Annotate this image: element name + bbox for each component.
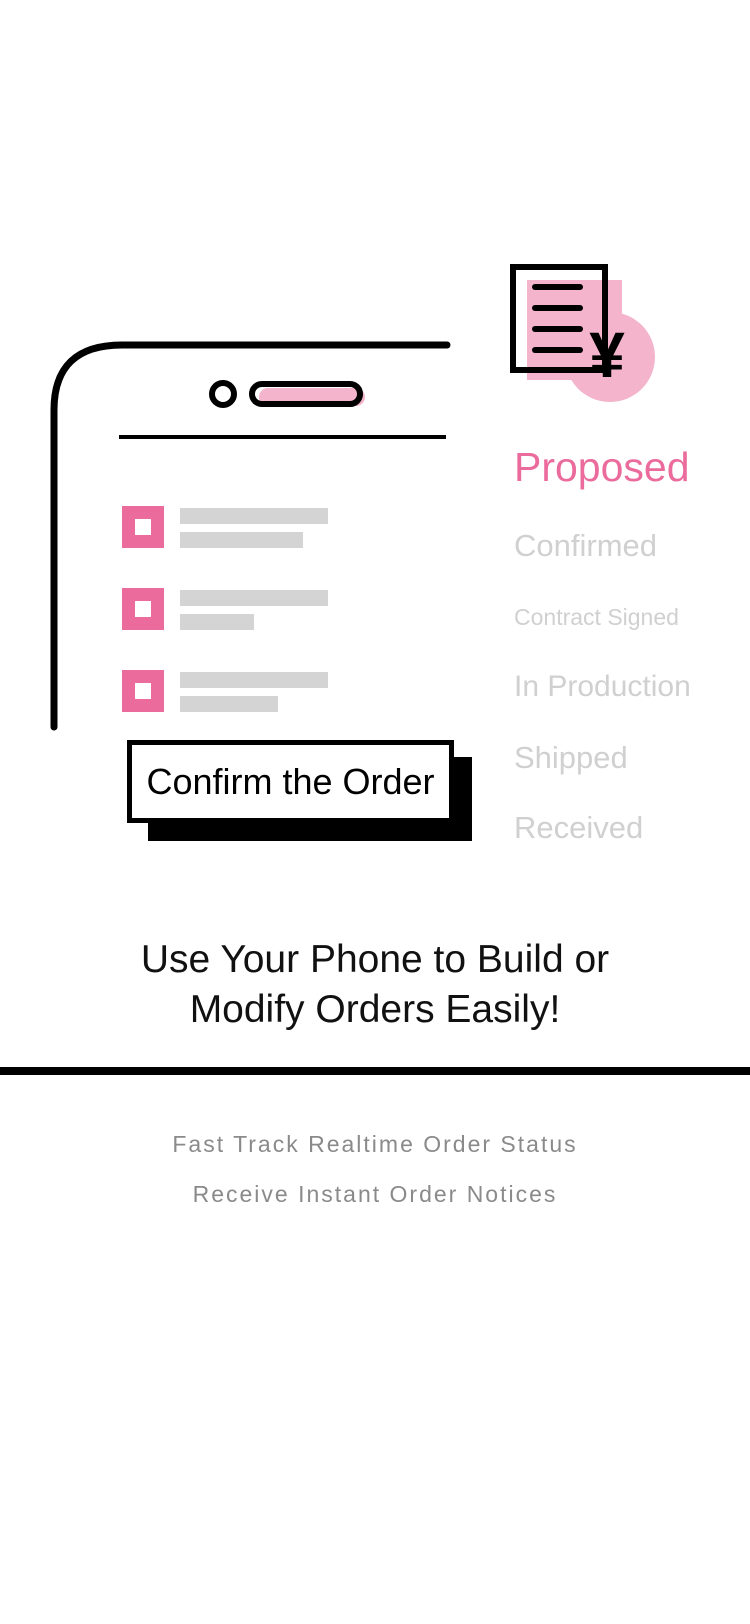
placeholder-line (180, 672, 328, 688)
status-shipped: Shipped (514, 740, 628, 775)
checkbox-icon (122, 670, 164, 712)
status-confirmed: Confirmed (514, 528, 657, 563)
placeholder-line (180, 590, 328, 606)
placeholder-line (180, 508, 328, 524)
checkbox-icon (122, 506, 164, 548)
status-contract-signed: Contract Signed (514, 604, 679, 630)
feature-realtime-status: Fast Track Realtime Order Status (172, 1131, 578, 1157)
status-received: Received (514, 810, 644, 845)
headline: Use Your Phone to Build or Modify Orders… (0, 935, 750, 1035)
feature-instant-notices: Receive Instant Order Notices (192, 1181, 558, 1207)
headline-line-1: Use Your Phone to Build or (140, 938, 610, 981)
invoice-yen-icon: ¥ (510, 264, 655, 402)
headline-line-2: Modify Orders Easily! (189, 988, 561, 1031)
checkbox-icon (122, 588, 164, 630)
svg-text:¥: ¥ (589, 319, 625, 391)
status-in-production: In Production (514, 670, 691, 703)
placeholder-line (180, 614, 254, 630)
divider (0, 1067, 750, 1075)
confirm-order-button[interactable]: Confirm the Order (127, 740, 454, 823)
camera-icon (209, 380, 237, 408)
status-proposed: Proposed (514, 444, 690, 490)
placeholder-line (180, 696, 278, 712)
placeholder-line (180, 532, 303, 548)
